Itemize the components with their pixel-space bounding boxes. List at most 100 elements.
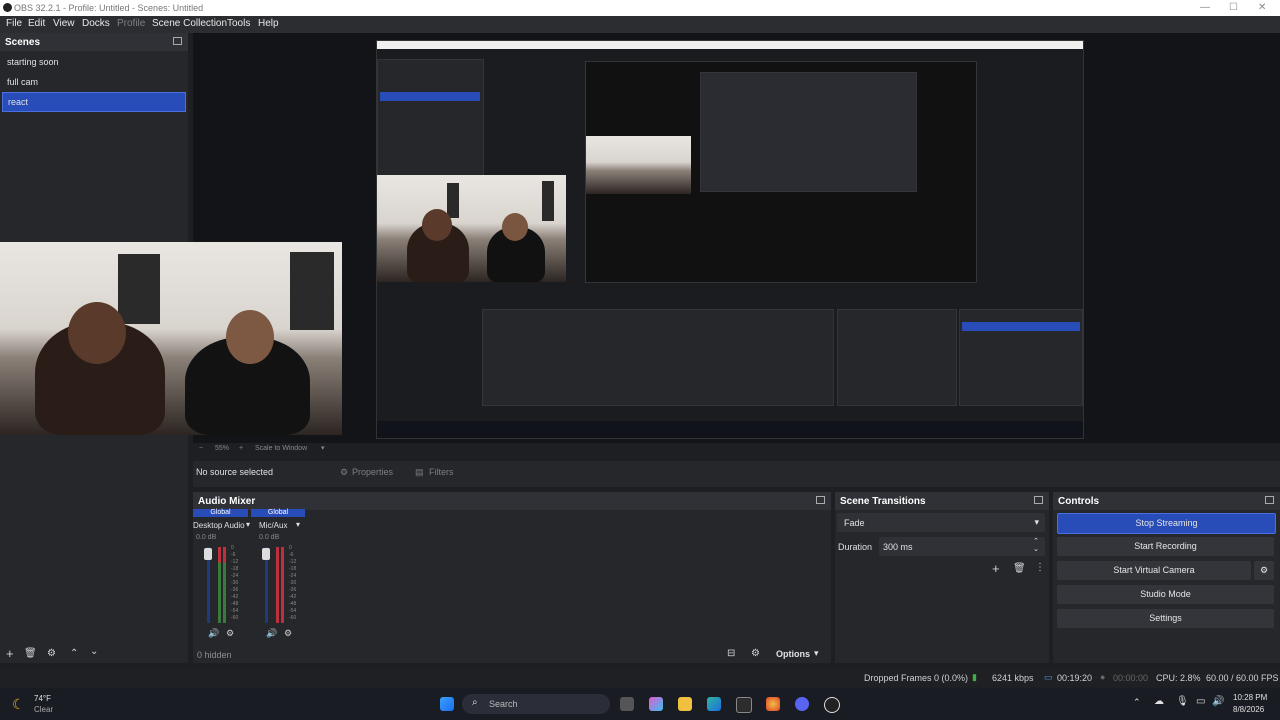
weather-icon[interactable]: ☾ bbox=[12, 696, 25, 713]
store-icon[interactable] bbox=[736, 697, 752, 713]
volume-slider-handle[interactable] bbox=[262, 548, 270, 560]
nested-cam-image bbox=[586, 136, 691, 194]
menu-file[interactable]: File bbox=[6, 18, 22, 29]
tray-app-icon[interactable]: ☁ bbox=[1154, 696, 1164, 707]
more-options-icon[interactable]: ⋮ bbox=[1035, 562, 1045, 573]
chevron-down-icon[interactable]: ▾ bbox=[814, 648, 819, 659]
channel-name-desktop-audio[interactable]: Desktop Audio bbox=[193, 521, 245, 530]
zoom-out-icon[interactable]: − bbox=[199, 445, 203, 452]
mixer-settings-icon[interactable]: ⚙ bbox=[751, 648, 760, 659]
spin-up-icon[interactable]: ⌃ bbox=[1033, 537, 1039, 545]
copilot-icon[interactable] bbox=[649, 697, 663, 711]
stop-streaming-button[interactable]: Stop Streaming bbox=[1057, 513, 1276, 534]
speaker-icon[interactable]: 🔊 bbox=[266, 628, 277, 639]
add-transition-icon[interactable]: + bbox=[992, 561, 1000, 576]
menu-edit[interactable]: Edit bbox=[28, 18, 45, 29]
nested-preview bbox=[585, 61, 977, 283]
chrome-icon[interactable] bbox=[766, 697, 780, 711]
zoom-in-icon[interactable]: + bbox=[239, 445, 243, 452]
menu-docks[interactable]: Docks bbox=[82, 18, 110, 29]
audio-mixer-dock: Audio Mixer Global Global Desktop Audio … bbox=[193, 492, 831, 663]
network-icon[interactable]: ▭ bbox=[1196, 696, 1205, 707]
move-up-icon[interactable]: ⌃ bbox=[70, 648, 78, 659]
windows-start-icon[interactable] bbox=[440, 697, 454, 711]
volume-icon[interactable]: 🔊 bbox=[1212, 696, 1224, 707]
taskbar-search[interactable]: ⌕ Search bbox=[462, 694, 610, 714]
discord-icon[interactable] bbox=[795, 697, 809, 711]
properties-button[interactable]: Properties bbox=[352, 467, 393, 477]
spin-down-icon[interactable]: ⌄ bbox=[1033, 545, 1039, 553]
start-recording-button[interactable]: Start Recording bbox=[1057, 537, 1274, 556]
controls-title: Controls bbox=[1058, 496, 1100, 507]
dropped-frames: Dropped Frames 0 (0.0%) bbox=[864, 673, 969, 683]
filters-button[interactable]: Filters bbox=[429, 467, 454, 477]
audio-meter bbox=[276, 547, 279, 623]
undock-icon[interactable] bbox=[1034, 496, 1043, 504]
clock-date[interactable]: 8/8/2026 bbox=[1233, 705, 1264, 714]
scale-mode[interactable]: Scale to Window bbox=[255, 445, 307, 452]
scene-item-starting-soon[interactable]: starting soon bbox=[2, 53, 184, 71]
window-title: OBS 32.2.1 - Profile: Untitled - Scenes:… bbox=[14, 3, 204, 13]
menu-bar: File Edit View Docks Profile Scene Colle… bbox=[0, 16, 1280, 33]
move-down-icon[interactable]: ⌄ bbox=[90, 646, 98, 657]
maximize-icon[interactable]: ☐ bbox=[1229, 2, 1238, 13]
stream-icon: ▭ bbox=[1044, 672, 1053, 682]
undock-icon[interactable] bbox=[816, 496, 825, 504]
edge-icon[interactable] bbox=[707, 697, 721, 711]
file-explorer-icon[interactable] bbox=[678, 697, 692, 711]
scene-item-react[interactable]: react bbox=[2, 92, 186, 112]
channel-dropdown-icon[interactable]: ▾ bbox=[296, 520, 300, 529]
remove-scene-icon[interactable]: 🗑 bbox=[24, 648, 37, 659]
undock-icon[interactable] bbox=[1265, 496, 1274, 504]
undock-icon[interactable] bbox=[173, 37, 182, 45]
menu-scene-collection[interactable]: Scene Collection bbox=[152, 18, 227, 29]
settings-button[interactable]: Settings bbox=[1057, 609, 1274, 628]
scene-item-full-cam[interactable]: full cam bbox=[2, 73, 184, 91]
scene-transitions-header: Scene Transitions bbox=[835, 492, 1049, 510]
task-view-icon[interactable] bbox=[620, 697, 634, 711]
virtual-camera-settings-icon[interactable]: ⚙ bbox=[1254, 561, 1274, 580]
scenes-title: Scenes bbox=[5, 37, 41, 48]
nested-stop-streaming bbox=[962, 322, 1080, 331]
close-icon[interactable]: ✕ bbox=[1258, 2, 1266, 13]
microphone-icon[interactable]: 🎙 bbox=[1176, 696, 1189, 707]
channel-name-mic-aux[interactable]: Mic/Aux bbox=[259, 521, 287, 530]
taskbar: ☾ 74°F Clear ⌕ Search ⌃ ☁ 🎙 ▭ 🔊 10:28 PM… bbox=[0, 688, 1280, 720]
volume-slider-handle[interactable] bbox=[204, 548, 212, 560]
start-virtual-camera-button[interactable]: Start Virtual Camera bbox=[1057, 561, 1251, 580]
channel-dropdown-icon[interactable]: ▾ bbox=[246, 520, 250, 529]
weather-temp: 74°F bbox=[34, 694, 51, 703]
studio-mode-button[interactable]: Studio Mode bbox=[1057, 585, 1274, 604]
menu-view[interactable]: View bbox=[53, 18, 75, 29]
chevron-up-icon[interactable]: ⌃ bbox=[1133, 697, 1141, 708]
record-icon: ● bbox=[1100, 672, 1106, 682]
remove-transition-icon[interactable]: 🗑 bbox=[1013, 563, 1026, 574]
duration-value: 300 ms bbox=[883, 542, 913, 552]
search-icon: ⌕ bbox=[472, 697, 478, 708]
gear-icon[interactable]: ⚙ bbox=[284, 628, 292, 639]
channel-db: 0.0 dB bbox=[259, 534, 280, 541]
scene-label: react bbox=[8, 97, 29, 107]
layout-icon[interactable]: ⊟ bbox=[727, 648, 735, 659]
menu-tools[interactable]: Tools bbox=[227, 18, 250, 29]
search-placeholder: Search bbox=[489, 699, 518, 709]
controls-header: Controls bbox=[1053, 492, 1280, 510]
scene-filters-icon[interactable]: ⚙ bbox=[47, 648, 56, 659]
status-bar: Dropped Frames 0 (0.0%) ▮ 6241 kbps ▭ 00… bbox=[0, 669, 1280, 687]
gear-icon: ⚙ bbox=[340, 467, 349, 477]
minimize-icon[interactable]: — bbox=[1200, 2, 1210, 13]
menu-profile[interactable]: Profile bbox=[117, 18, 145, 29]
duration-input[interactable]: 300 ms ⌃ ⌄ bbox=[879, 537, 1045, 556]
add-scene-icon[interactable]: + bbox=[6, 646, 14, 661]
speaker-icon[interactable]: 🔊 bbox=[208, 628, 219, 639]
menu-help[interactable]: Help bbox=[258, 18, 279, 29]
options-button[interactable]: Options bbox=[776, 649, 810, 659]
duration-label: Duration bbox=[838, 542, 873, 552]
transition-select[interactable]: Fade ▾ bbox=[837, 513, 1045, 532]
clock-time[interactable]: 10:28 PM bbox=[1233, 693, 1267, 702]
obs-taskbar-icon[interactable] bbox=[824, 697, 840, 713]
preview-scale-bar: − 55% + Scale to Window ▾ bbox=[193, 443, 1280, 457]
gear-icon[interactable]: ⚙ bbox=[226, 628, 234, 639]
chevron-down-icon[interactable]: ▾ bbox=[321, 444, 325, 452]
audio-meter bbox=[281, 547, 284, 623]
